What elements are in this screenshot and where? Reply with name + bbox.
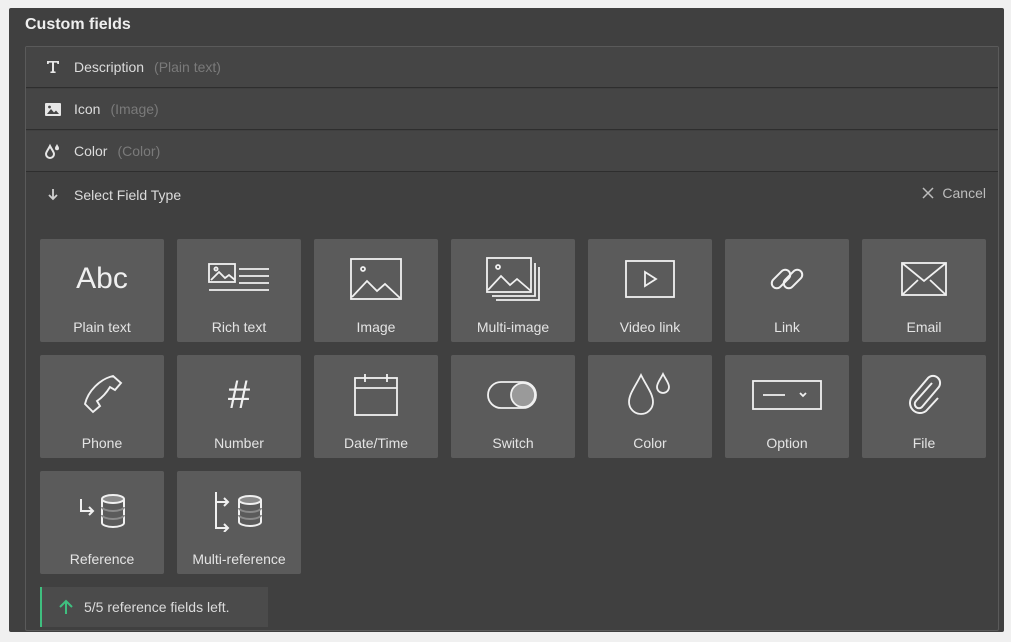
multi-reference-icon bbox=[177, 489, 301, 533]
field-type-label: Phone bbox=[81, 435, 123, 451]
color-icon bbox=[588, 372, 712, 417]
field-row-color[interactable]: Color (Color) bbox=[26, 131, 998, 172]
field-type: (Color) bbox=[117, 143, 161, 159]
field-type-rich-text[interactable]: Rich text bbox=[177, 239, 301, 342]
field-type: (Plain text) bbox=[154, 59, 221, 75]
field-type-plain-text[interactable]: Abc Plain text bbox=[40, 239, 164, 342]
option-icon bbox=[725, 373, 849, 417]
field-name: Description bbox=[74, 59, 145, 75]
field-type-color[interactable]: Color bbox=[588, 355, 712, 458]
rich-text-icon bbox=[177, 257, 301, 301]
panel-title: Custom fields bbox=[25, 16, 131, 33]
color-drops-icon bbox=[45, 143, 61, 159]
field-type-label: Reference bbox=[69, 551, 135, 567]
field-type-email[interactable]: Email bbox=[862, 239, 986, 342]
image-icon bbox=[314, 257, 438, 301]
field-row-icon[interactable]: Icon (Image) bbox=[26, 89, 998, 130]
field-type-label: File bbox=[912, 435, 936, 451]
field-type-number[interactable]: # Number bbox=[177, 355, 301, 458]
hash-icon: # bbox=[177, 373, 301, 417]
field-type-label: Option bbox=[766, 435, 808, 451]
field-type-label: Plain text bbox=[73, 319, 131, 335]
select-field-type-label: Select Field Type bbox=[74, 187, 182, 203]
field-name: Color bbox=[74, 143, 108, 159]
field-type-reference[interactable]: Reference bbox=[40, 471, 164, 574]
field-type-image[interactable]: Image bbox=[314, 239, 438, 342]
field-type-multi-image[interactable]: Multi-image bbox=[451, 239, 575, 342]
select-field-type-row: Select Field Type Cancel bbox=[26, 175, 998, 215]
reference-limit-notice: 5/5 reference fields left. bbox=[40, 587, 268, 627]
field-type-label: Date/Time bbox=[343, 435, 409, 451]
text-icon bbox=[45, 59, 61, 75]
field-type-label: Email bbox=[906, 319, 942, 335]
field-type-label: Multi-reference bbox=[192, 551, 286, 567]
close-icon bbox=[922, 187, 934, 199]
field-type-option[interactable]: Option bbox=[725, 355, 849, 458]
field-type-phone[interactable]: Phone bbox=[40, 355, 164, 458]
field-type-file[interactable]: File bbox=[862, 355, 986, 458]
reference-limit-text: 5/5 reference fields left. bbox=[84, 599, 230, 615]
field-type-link[interactable]: Link bbox=[725, 239, 849, 342]
switch-icon bbox=[451, 373, 575, 417]
abc-glyph: Abc bbox=[76, 262, 128, 295]
field-type-label: Link bbox=[774, 319, 800, 335]
field-type-label: Number bbox=[214, 435, 264, 451]
video-icon bbox=[588, 257, 712, 301]
abc-icon: Abc bbox=[40, 257, 164, 301]
field-type-label: Rich text bbox=[211, 319, 267, 335]
calendar-icon bbox=[314, 373, 438, 417]
phone-icon bbox=[40, 373, 164, 417]
arrow-down-icon bbox=[45, 189, 61, 201]
hash-glyph: # bbox=[227, 372, 251, 417]
field-type-multi-reference[interactable]: Multi-reference bbox=[177, 471, 301, 574]
field-row-description[interactable]: Description (Plain text) bbox=[26, 47, 998, 88]
custom-fields-panel: Custom fields Description (Plain text) I… bbox=[9, 8, 1004, 632]
field-name: Icon bbox=[74, 101, 101, 117]
paperclip-icon bbox=[862, 373, 986, 417]
reference-icon bbox=[40, 489, 164, 533]
field-type-date-time[interactable]: Date/Time bbox=[314, 355, 438, 458]
cancel-button[interactable]: Cancel bbox=[922, 185, 986, 201]
field-type: (Image) bbox=[110, 101, 159, 117]
link-icon bbox=[725, 257, 849, 301]
field-type-label: Image bbox=[356, 319, 396, 335]
email-icon bbox=[862, 257, 986, 301]
field-type-switch[interactable]: Switch bbox=[451, 355, 575, 458]
multi-image-icon bbox=[451, 257, 575, 301]
cancel-label: Cancel bbox=[942, 185, 986, 201]
field-type-label: Color bbox=[633, 435, 667, 451]
field-type-label: Video link bbox=[619, 319, 681, 335]
arrow-up-icon bbox=[58, 599, 74, 615]
fields-box: Description (Plain text) Icon (Image) Co… bbox=[25, 46, 999, 631]
field-type-label: Multi-image bbox=[476, 319, 550, 335]
image-icon bbox=[45, 101, 61, 117]
field-type-label: Switch bbox=[492, 435, 534, 451]
field-type-video-link[interactable]: Video link bbox=[588, 239, 712, 342]
